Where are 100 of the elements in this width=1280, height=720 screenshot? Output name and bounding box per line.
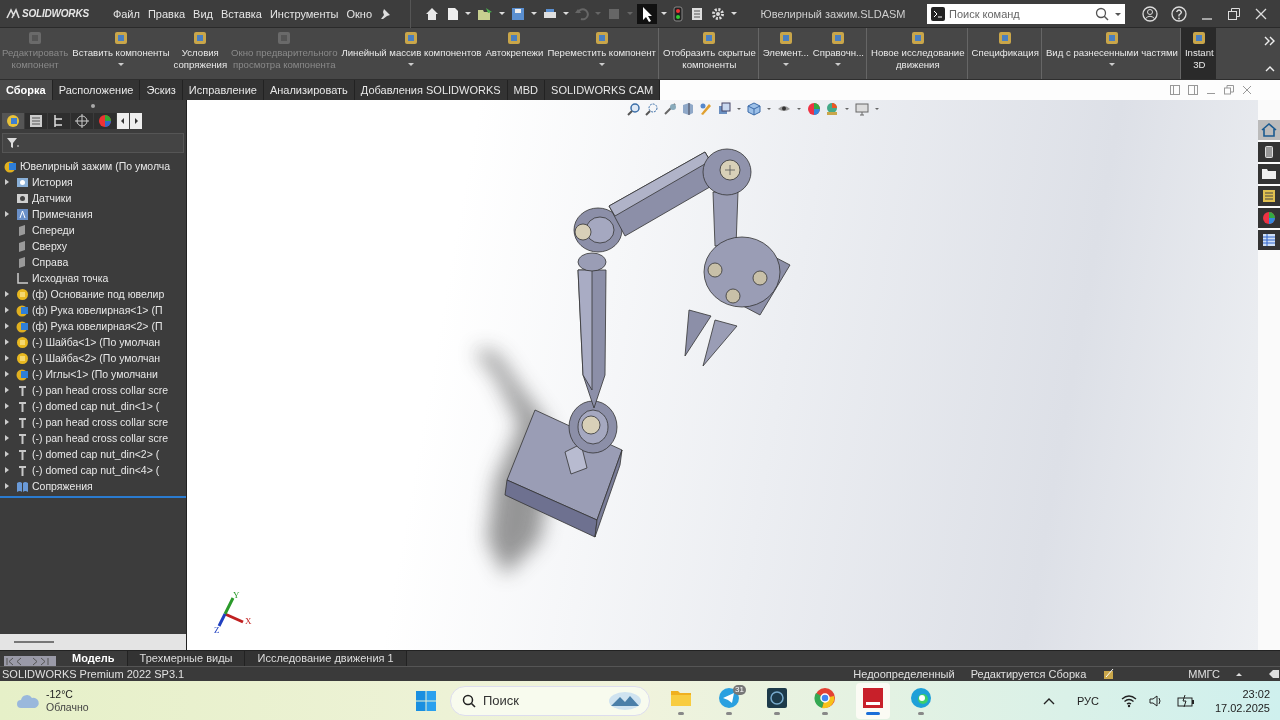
user-icon[interactable] [1142,5,1158,22]
ribbon-tab[interactable]: Сборка [0,80,53,100]
tree-item[interactable]: (-) pan head cross collar scre [0,430,186,446]
parts-library-icon[interactable] [1258,142,1280,162]
previous-view-icon[interactable] [663,102,677,116]
tree-item[interactable]: Сверху [0,238,186,254]
document-tab[interactable]: Исследование движения 1 [245,651,407,666]
print-icon[interactable] [543,6,558,21]
view-palette-icon[interactable] [1258,186,1280,206]
magnifier-icon[interactable] [627,102,641,116]
save-icon[interactable] [511,6,526,21]
menu-item[interactable]: Файл [108,7,144,20]
ribbon-command-button[interactable]: Переместить компонент [545,28,658,79]
caret-icon[interactable] [797,108,801,110]
scene-icon[interactable] [825,102,839,116]
split-view-icon[interactable] [1170,85,1180,95]
ribbon-command-button[interactable]: Условия сопряжения [171,28,230,79]
ribbon-tab[interactable]: Анализировать [263,80,355,100]
expand-arrow-icon[interactable] [3,178,11,186]
tree-item[interactable]: (-) pan head cross collar scre [0,414,186,430]
clock-date[interactable]: 17.02.2025 [1214,700,1270,715]
tree-item[interactable]: (ф) Рука ювелирная<1> (П [0,302,186,318]
tree-item[interactable]: (-) pan head cross collar scre [0,382,186,398]
tree-item[interactable]: Спереди [0,222,186,238]
battery-icon[interactable] [1176,693,1195,708]
tree-item[interactable]: (-) Шайба<2> (По умолчан [0,350,186,366]
zoom-area-icon[interactable] [645,102,659,116]
tree-item[interactable]: Ювелирный зажим (По умолча [0,158,186,174]
command-search-field[interactable]: Поиск команд [927,3,1125,24]
expand-arrow-icon[interactable] [3,306,11,314]
graphics-viewport[interactable]: X Y Z [187,100,1258,650]
tree-item[interactable]: Датчики [0,190,186,206]
resize-grip-icon[interactable] [91,104,95,108]
tree-item[interactable]: Исходная точка [0,270,186,286]
property-list-tab-icon[interactable] [25,113,47,129]
tree-item[interactable]: История [0,174,186,190]
start-icon[interactable] [416,690,436,711]
tag-icon[interactable] [1268,669,1280,679]
tree-item[interactable]: (-) domed cap nut_din<2> ( [0,446,186,462]
chevron-up-icon[interactable] [1042,696,1055,705]
caret-icon[interactable] [1115,12,1121,16]
restore-icon[interactable] [1227,6,1241,21]
taskbar-app-button[interactable] [856,682,890,719]
tree-item[interactable]: Справа [0,254,186,270]
ribbon-tab[interactable]: SOLIDWORKS CAM [545,80,661,100]
tree-item[interactable]: Примечания [0,206,186,222]
expand-arrow-icon[interactable] [3,402,11,410]
expand-arrow-icon[interactable] [3,434,11,442]
clock-time[interactable]: 23:02 [1242,686,1270,701]
scroll-left-icon[interactable] [117,113,129,129]
ribbon-tab[interactable]: Эскиз [140,80,183,100]
expand-arrow-icon[interactable] [3,482,11,490]
caret-icon[interactable] [767,108,771,110]
appearance-icon[interactable] [807,102,821,116]
ribbon-command-button[interactable]: Вид с разнесенными частями [1040,28,1180,79]
expand-arrow-icon[interactable] [3,466,11,474]
configuration-tab-icon[interactable] [48,113,70,129]
expand-arrow-icon[interactable] [3,370,11,378]
menu-item[interactable]: Окно [342,7,377,20]
traffic-light-icon[interactable] [673,5,684,22]
home-icon[interactable] [425,6,440,21]
units-text[interactable]: ММГС [1186,668,1222,680]
ribbon-command-button[interactable]: Линейный массив компонентов [339,28,484,79]
tree-item[interactable]: (-) domed cap nut_din<4> ( [0,462,186,478]
language-indicator[interactable]: РУС [1076,694,1099,707]
tree-item[interactable]: (-) domed cap nut_din<1> ( [0,398,186,414]
expand-arrow-icon[interactable] [3,322,11,330]
ribbon-command-button[interactable]: Новое исследование движения [866,28,967,79]
menu-item[interactable]: Правка [143,7,190,20]
ribbon-tab[interactable]: MBD [507,80,546,100]
home-icon[interactable] [1258,120,1280,140]
tree-item[interactable]: Сопряжения [0,478,186,494]
taskbar-app-button[interactable]: 31 [712,682,746,719]
ribbon-command-button[interactable]: Справочн... [810,28,867,79]
cube-icon[interactable] [747,102,761,116]
collapse-icon[interactable] [1265,65,1275,73]
menu-item[interactable]: Инструменты [265,7,343,20]
ribbon-command-button[interactable]: Спецификация [966,28,1041,79]
ribbon-command-button[interactable]: Отобразить скрытые компоненты [657,28,758,79]
expand-arrow-icon[interactable] [3,418,11,426]
taskbar-search-field[interactable]: Поиск [450,685,650,716]
wifi-icon[interactable] [1120,693,1137,708]
ribbon-tab[interactable]: Расположение [52,80,141,100]
scroll-right-icon[interactable] [130,113,142,129]
new-document-icon[interactable] [447,6,460,21]
ribbon-command-button[interactable]: Вставить компоненты [70,28,172,79]
properties-table-icon[interactable] [1258,230,1280,250]
folder-icon[interactable] [1258,164,1280,184]
help-icon[interactable] [1171,5,1187,22]
menu-item[interactable]: Вставка [217,7,266,20]
expand-arrow-icon[interactable] [3,450,11,458]
caret-icon[interactable] [875,108,879,110]
chevron-right-icon[interactable] [1264,36,1276,46]
ribbon-command-button[interactable]: Instant 3D [1179,28,1216,79]
tree-item[interactable]: (-) Шайба<1> (По умолчан [0,334,186,350]
tree-item[interactable]: (ф) Основание под ювелир [0,286,186,302]
feature-tree-tab-icon[interactable] [2,113,24,129]
caret-icon[interactable] [845,108,849,110]
menu-item[interactable]: Вид [189,7,217,20]
scrollbar-thumb[interactable] [14,641,54,643]
